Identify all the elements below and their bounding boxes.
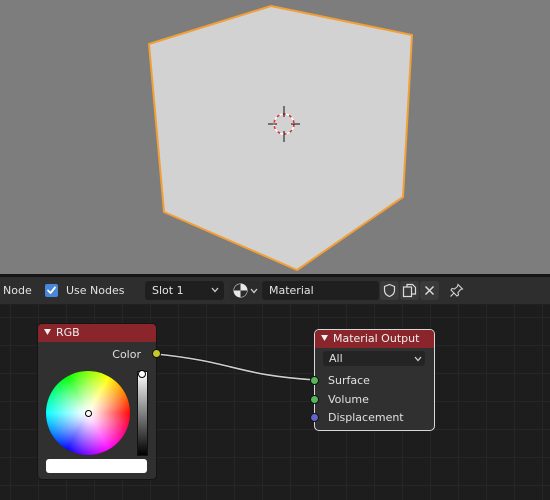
fake-user-button[interactable] [380,281,399,300]
value-slider[interactable] [137,371,148,456]
viewport-canvas[interactable] [0,0,550,274]
color-swatch[interactable] [46,459,147,473]
rgb-node-header[interactable]: RGB [38,324,156,342]
material-output-title: Material Output [333,332,420,345]
material-output-header[interactable]: Material Output [315,330,434,348]
unlink-material-button[interactable] [420,281,439,300]
surface-input-label: Surface [328,374,370,387]
target-value: All [329,352,343,365]
slot-value: Slot 1 [152,284,184,297]
displacement-input-label: Displacement [328,411,404,424]
collapse-triangle-icon[interactable] [44,329,51,335]
rgb-node-title: RGB [56,326,80,339]
value-slider-handle[interactable] [138,370,146,378]
volume-input-label: Volume [328,393,369,406]
pin-icon [450,283,464,297]
close-icon [425,286,434,295]
surface-input-socket[interactable] [310,376,319,385]
material-name-field[interactable]: Material [262,281,379,300]
rgb-node[interactable]: RGB Color [38,324,161,479]
use-nodes-label[interactable]: Use Nodes [66,284,125,297]
new-material-button[interactable] [400,281,419,300]
chevron-down-icon [250,288,258,294]
pin-button[interactable] [447,281,466,300]
material-output-node[interactable]: Material Output All Surface Volume Displ… [310,330,434,430]
rgb-output-label: Color [112,348,141,361]
node-link-color-to-surface[interactable] [155,352,317,382]
displacement-input-socket[interactable] [310,413,319,422]
use-nodes-checkbox[interactable] [45,284,58,297]
material-browse-button[interactable] [230,281,261,300]
fake-user-shield-icon [383,283,396,298]
duplicate-icon [402,283,417,298]
3d-viewport[interactable] [0,0,550,274]
target-dropdown[interactable]: All [323,351,425,366]
volume-input-socket[interactable] [310,395,319,404]
cube-object[interactable] [148,5,413,271]
collapse-triangle-icon[interactable] [321,335,328,341]
editor-type-label[interactable]: Node [3,284,32,297]
slot-dropdown[interactable]: Slot 1 [145,281,224,300]
color-wheel-cursor[interactable] [85,410,92,417]
chevron-down-icon [414,356,422,362]
color-output-socket[interactable] [152,349,161,358]
material-name: Material [269,284,314,297]
sphere-preview-icon [233,283,248,298]
checkmark-icon [47,286,56,294]
chevron-down-icon [211,287,219,293]
